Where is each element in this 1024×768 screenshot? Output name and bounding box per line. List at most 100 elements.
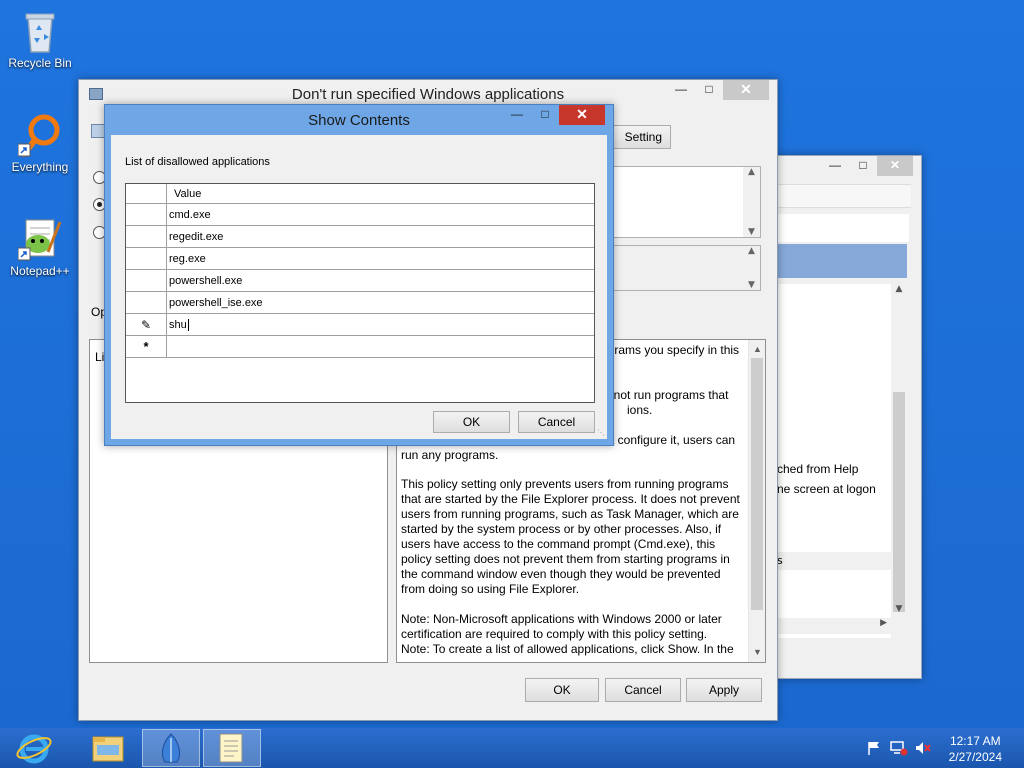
internet-explorer-icon [16,734,52,764]
row-selector-header [126,184,167,204]
grid-header-row: Value [126,184,594,204]
next-setting-button[interactable]: Setting [609,125,671,149]
scroll-down-icon[interactable]: ▼ [743,227,760,237]
fragment-text: ne screen at logon [777,482,876,496]
minimize-icon[interactable]: — [821,156,849,176]
taskbar-file-explorer[interactable] [80,729,138,767]
clock-date: 2/27/2024 [948,750,1002,764]
close-icon[interactable]: ✕ [723,80,769,100]
close-icon[interactable]: ✕ [877,156,913,176]
help-line-fragment: run any programs. [401,448,499,462]
maximize-icon[interactable]: □ [695,80,723,100]
folder-icon [92,736,124,762]
minimize-icon[interactable]: — [667,80,695,100]
maximize-icon[interactable]: □ [531,105,559,125]
editing-row[interactable]: ✎ shu [126,314,594,336]
policy-app-icon [162,733,180,763]
help-line-fragment: ograms you specify in this [601,343,740,357]
help-paragraph: Note: Non-Microsoft applications with Wi… [401,612,722,641]
values-grid[interactable]: Value cmd.exe regedit.exe reg.exe powers… [125,183,595,403]
supported-on-box: ▲ ▼ [611,245,761,291]
row-selector[interactable] [126,270,167,292]
table-row[interactable]: reg.exe [126,248,594,270]
scroll-up-icon[interactable]: ▲ [891,284,907,294]
taskbar: 12:17 AM 2/27/2024 [0,728,1024,768]
help-scrollbar[interactable]: ▲ ▼ [748,340,765,662]
help-paragraph: This policy setting only prevents users … [401,477,740,596]
taskbar-notepad[interactable] [203,729,261,767]
everything-search-icon [17,112,62,157]
network-icon[interactable] [890,740,908,759]
show-contents-titlebar[interactable]: Show Contents — □ ✕ [105,105,613,135]
value-cell[interactable]: cmd.exe [169,204,211,226]
desktop-icon-everything[interactable]: Everything [0,112,80,174]
taskbar-group-policy-app[interactable] [142,729,200,767]
column-header-value[interactable]: Value [174,184,201,204]
cancel-button[interactable]: Cancel [518,411,595,433]
table-row[interactable]: powershell.exe [126,270,594,292]
scroll-down-icon[interactable]: ▼ [743,280,760,290]
address-strip [777,214,909,242]
selected-row-highlight [777,244,907,278]
help-line-fragment: nnot run programs that [607,388,729,402]
desktop-icon-label: Notepad++ [10,264,70,278]
ok-button[interactable]: OK [525,678,599,702]
show-contents-dialog[interactable]: Show Contents — □ ✕ List of disallowed a… [104,104,614,446]
notepadpp-icon [17,216,62,261]
setting-icon [91,124,105,138]
apply-button[interactable]: Apply [686,678,762,702]
value-cell[interactable]: reg.exe [169,248,206,270]
scroll-up-icon[interactable]: ▲ [749,342,765,357]
row-selector[interactable] [126,248,167,270]
row-selector[interactable] [126,226,167,248]
scroll-right-icon[interactable]: ▶ [880,618,887,628]
comment-textbox[interactable]: ▲ ▼ [611,166,761,238]
desktop-icon-notepadpp[interactable]: Notepad++ [0,216,80,278]
fragment-text: ched from Help [777,462,859,476]
scroll-thumb[interactable] [751,358,763,610]
table-row[interactable]: regedit.exe [126,226,594,248]
system-clock[interactable]: 12:17 AM 2/27/2024 [949,733,1002,765]
table-row[interactable]: powershell_ise.exe [126,292,594,314]
scroll-up-icon[interactable]: ▲ [743,246,760,256]
new-row-asterisk-icon: * [126,336,167,358]
close-icon[interactable]: ✕ [559,105,605,125]
content-pane: ched from Help ne screen at logon s [777,284,891,638]
cancel-button[interactable]: Cancel [605,678,681,702]
horizontal-scrollbar[interactable]: ▶ [777,618,891,634]
ok-button[interactable]: OK [433,411,510,433]
taskbar-internet-explorer[interactable] [14,729,72,767]
desktop-icon-recycle-bin[interactable]: Recycle Bin [0,8,80,70]
volume-muted-icon[interactable] [914,740,932,759]
value-cell[interactable]: powershell_ise.exe [169,292,263,314]
value-cell[interactable]: regedit.exe [169,226,223,248]
fragment-row: s [777,552,891,570]
editing-value-input[interactable]: shu [169,314,189,336]
table-row[interactable]: cmd.exe [126,204,594,226]
help-line-fragment: ions. [627,403,653,417]
recycle-bin-icon [18,8,62,53]
vertical-scrollbar[interactable]: ▲ ▼ [891,284,907,614]
scroll-down-icon[interactable]: ▼ [749,645,765,660]
scroll-down-icon[interactable]: ▼ [891,604,907,614]
row-selector[interactable] [126,292,167,314]
new-row[interactable]: * [126,336,594,358]
maximize-icon[interactable]: □ [849,156,877,176]
help-line-fragment: t configure it, users can [611,433,736,447]
minimize-icon[interactable]: — [503,105,531,125]
notepad-icon [219,733,243,763]
resize-grip-icon[interactable]: ⋱ [597,428,605,437]
desktop-icon-label: Recycle Bin [8,56,72,70]
row-selector[interactable] [126,204,167,226]
action-center-flag-icon[interactable] [866,740,882,759]
options-list-label: Li [95,350,105,364]
pencil-edit-icon: ✎ [126,314,167,336]
help-text-body: This policy setting only prevents users … [397,473,765,662]
background-window-titlebar[interactable]: — □ ✕ [777,156,921,184]
toolbar-strip [777,184,911,208]
background-window[interactable]: — □ ✕ ched from Help ne screen at logon … [776,155,922,679]
value-cell[interactable]: powershell.exe [169,270,242,292]
scroll-thumb[interactable] [893,392,905,612]
clock-time: 12:17 AM [949,734,1001,748]
scroll-up-icon[interactable]: ▲ [743,167,760,177]
